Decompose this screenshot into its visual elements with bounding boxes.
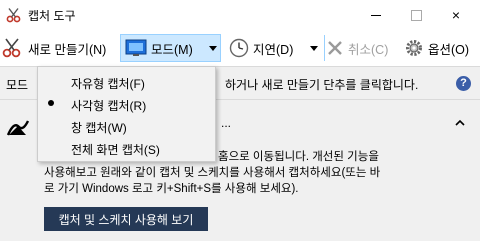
new-snip-icon <box>2 38 21 58</box>
close-icon: × <box>451 7 461 23</box>
chevron-down-icon <box>310 45 318 51</box>
info-text-right: 하거나 새로 만들기 단추를 클릭합니다. <box>225 78 419 92</box>
clock-icon <box>229 38 249 58</box>
toolbar: 새로 만들기(N) 모드(M) 지연(D) 취소(C) 옵션(O) <box>0 30 480 66</box>
maximize-button[interactable] <box>396 0 436 30</box>
menu-item-full-screen[interactable]: 전체 화면 캡처(S) <box>38 137 215 159</box>
chevron-down-icon <box>209 46 217 51</box>
info-text-left: 모드 <box>6 78 29 92</box>
notice-title-ellipsis: ... <box>221 116 232 130</box>
mode-split-divider <box>324 35 325 61</box>
mode-icon <box>125 39 147 56</box>
window-title: 캡처 도구 <box>28 9 76 23</box>
menu-item-label: 전체 화면 캡처(S) <box>71 143 160 157</box>
notice-line: 사용해보고 원래와 같이 캡처 및 스케치를 사용해서 캡처하세요(또는 바 <box>44 167 381 179</box>
notice-line: 로 가기 Windows 로고 키+Shift+S를 사용해 보세요). <box>44 183 299 195</box>
close-button[interactable]: × <box>436 0 476 30</box>
options-button[interactable]: 옵션(O) <box>404 34 469 62</box>
cancel-x-icon <box>328 41 342 55</box>
chevron-up-icon[interactable] <box>455 118 465 128</box>
delay-button[interactable]: 지연(D) <box>229 34 293 62</box>
menu-item-free-form[interactable]: 자유형 캡처(F) <box>38 71 215 93</box>
menu-item-window[interactable]: 창 캡처(W) <box>38 115 215 137</box>
mode-dropdown-menu: 자유형 캡처(F) 사각형 캡처(R) 창 캡처(W) 전체 화면 캡처(S) <box>37 66 216 162</box>
cancel-button[interactable]: 취소(C) <box>326 34 388 62</box>
try-snip-sketch-button[interactable]: 캡처 및 스케치 사용해 보기 <box>44 207 208 231</box>
mode-dropdown-arrow[interactable] <box>209 46 217 51</box>
delay-dropdown-arrow[interactable] <box>310 34 318 62</box>
minimize-button[interactable] <box>356 0 396 30</box>
delay-button-label: 지연(D) <box>253 42 294 57</box>
gear-icon <box>406 40 422 56</box>
new-button[interactable]: 새로 만들기(N) <box>2 34 106 62</box>
title-bar: 캡처 도구 × <box>0 0 480 30</box>
cancel-button-label: 취소(C) <box>348 42 389 57</box>
options-button-label: 옵션(O) <box>428 42 470 57</box>
snip-sketch-icon <box>6 120 30 136</box>
mode-button[interactable]: 모드(M) <box>120 34 325 62</box>
minimize-icon <box>371 14 381 16</box>
maximize-icon <box>410 9 422 21</box>
menu-item-label: 창 캡처(W) <box>71 121 127 135</box>
new-button-label: 새로 만들기(N) <box>28 42 107 57</box>
mode-button-label: 모드(M) <box>151 42 193 57</box>
menu-item-label: 사각형 캡처(R) <box>71 99 147 113</box>
help-icon[interactable]: ? <box>456 76 471 91</box>
menu-item-rectangular[interactable]: 사각형 캡처(R) <box>38 93 215 115</box>
menu-item-label: 자유형 캡처(F) <box>71 77 145 91</box>
selected-bullet-icon <box>48 100 54 106</box>
scissors-icon <box>6 8 21 23</box>
